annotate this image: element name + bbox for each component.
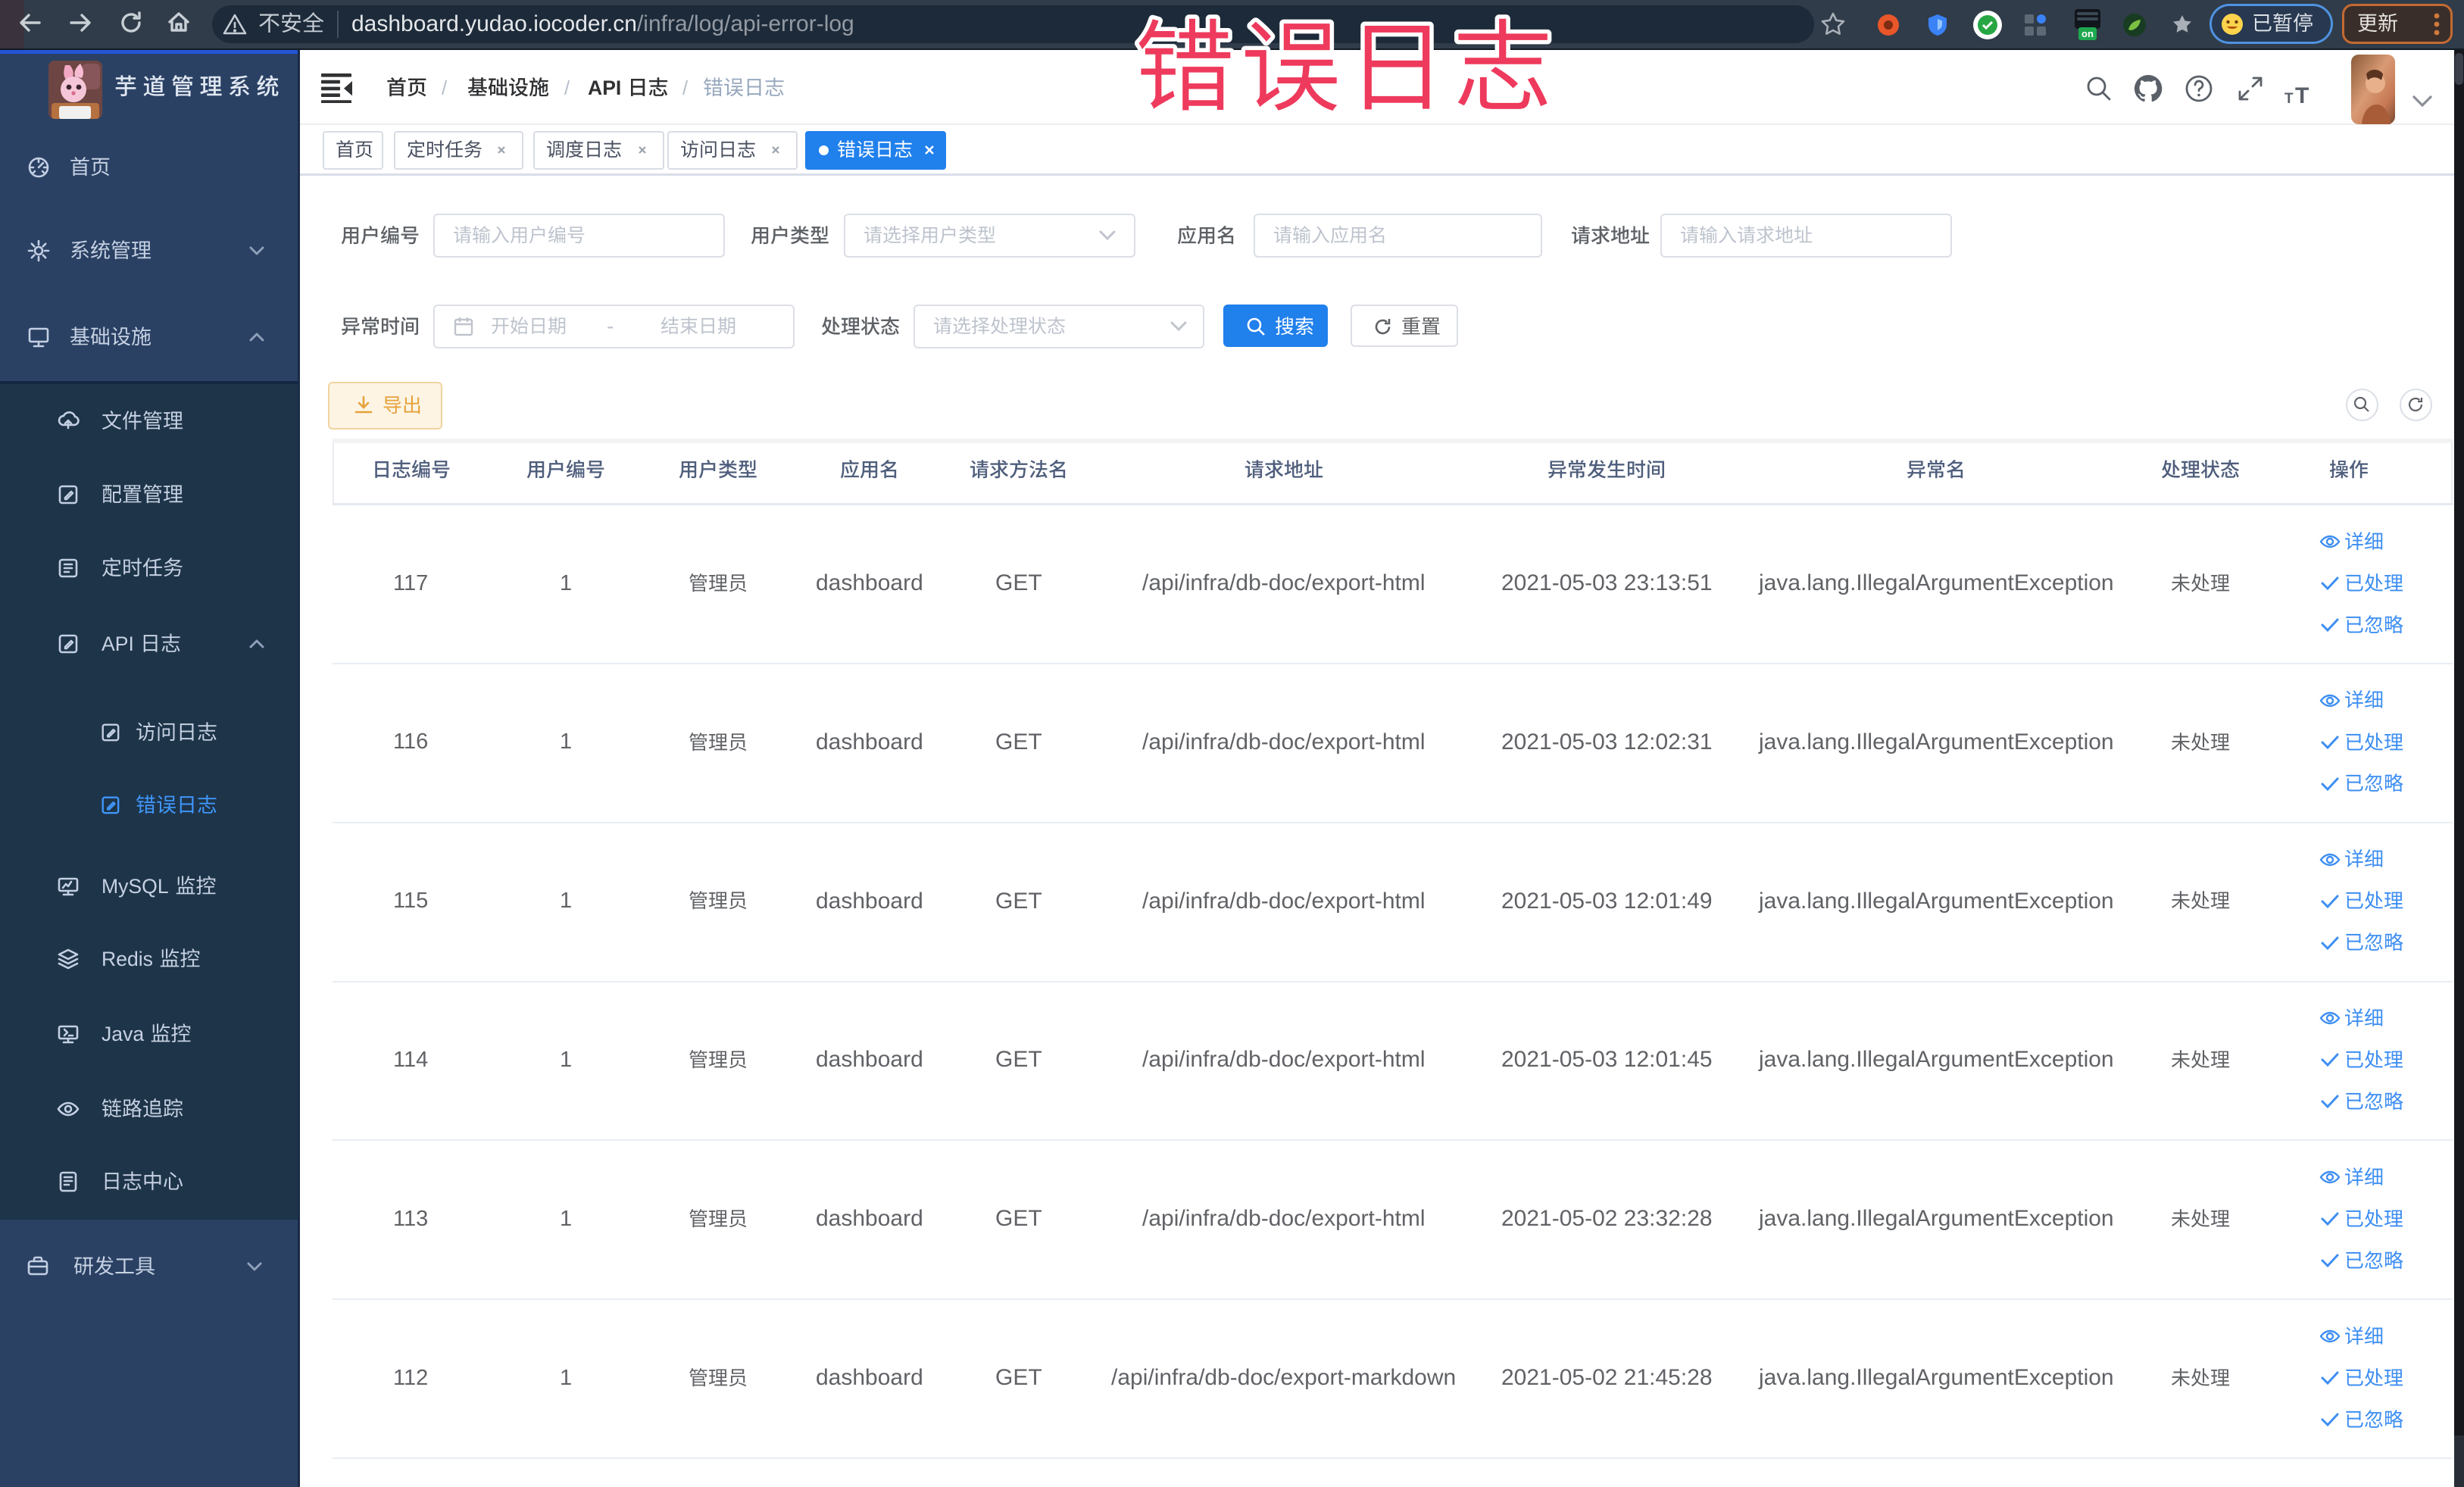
svg-text:Redis: Redis	[101, 948, 153, 970]
svg-text:MySQL: MySQL	[101, 875, 169, 898]
svg-text:/: /	[442, 78, 448, 99]
svg-text:Java: Java	[101, 1023, 144, 1045]
svg-text:/: /	[564, 78, 570, 99]
svg-text:on: on	[2081, 28, 2094, 39]
svg-text:T: T	[2284, 91, 2294, 105]
svg-text:T: T	[2295, 83, 2309, 105]
svg-text:/: /	[682, 78, 689, 99]
svg-text:API: API	[101, 633, 134, 655]
svg-text:API: API	[588, 77, 621, 99]
